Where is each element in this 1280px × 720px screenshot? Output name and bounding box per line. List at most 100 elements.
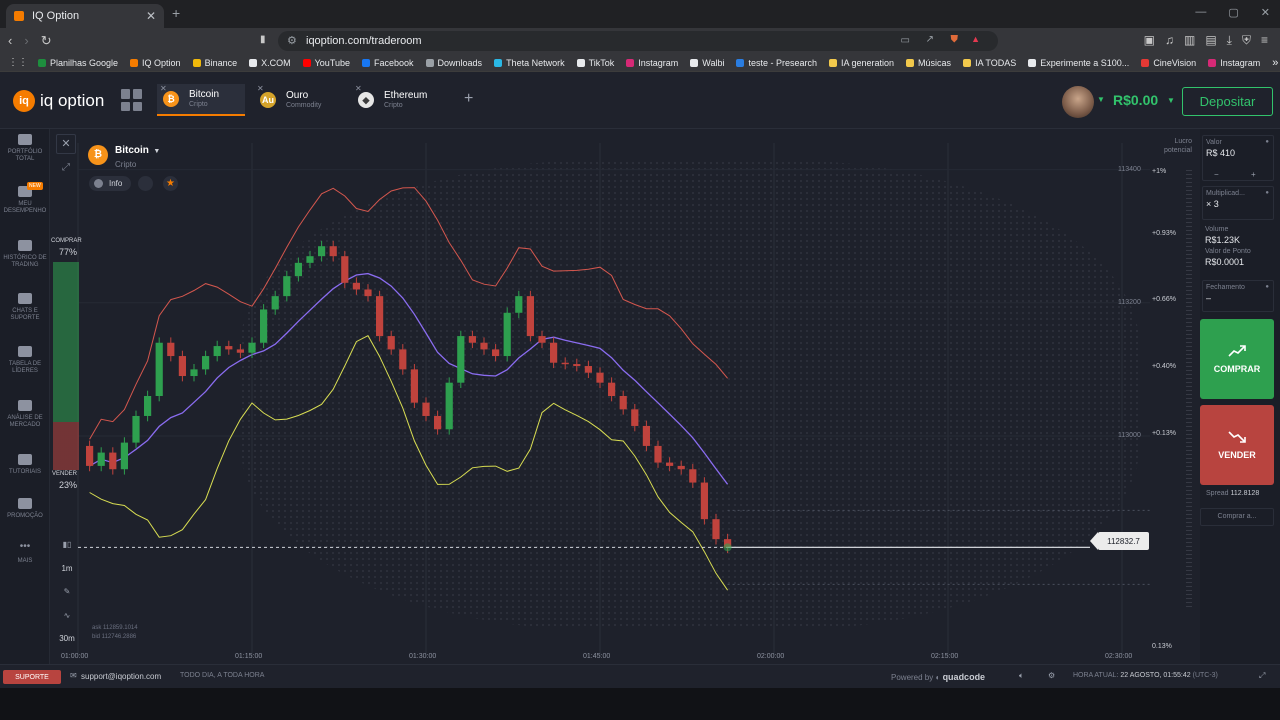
- rewards-icon[interactable]: ▲: [971, 34, 980, 44]
- sidebar-item[interactable]: TUTORIAIS: [0, 454, 50, 476]
- add-asset-button[interactable]: +: [464, 90, 473, 108]
- sidebar-item[interactable]: NEW MEU DESEMPENHO: [0, 182, 50, 215]
- reload-icon[interactable]: ↻: [41, 33, 52, 49]
- sound-icon[interactable]: 🔈︎: [1019, 671, 1024, 681]
- user-avatar[interactable]: [1062, 86, 1094, 118]
- bookmark-item[interactable]: Walbi: [690, 58, 724, 68]
- bookmark-item[interactable]: IA generation: [829, 58, 894, 68]
- browser-tab[interactable]: IQ Option ✕: [6, 4, 164, 28]
- minimize-icon[interactable]: —: [1195, 6, 1206, 19]
- bookmark-item[interactable]: Facebook: [362, 58, 414, 68]
- deposit-button[interactable]: Depositar: [1182, 87, 1273, 116]
- close-asset-tab-icon[interactable]: ✕: [160, 84, 167, 93]
- close-at-field[interactable]: Fechamento – ●: [1202, 280, 1274, 312]
- media-icon[interactable]: ♫: [1165, 33, 1174, 48]
- buy-button[interactable]: COMPRAR: [1200, 319, 1274, 399]
- back-icon[interactable]: ‹: [8, 33, 12, 49]
- favorite-star-icon[interactable]: ★: [163, 176, 178, 191]
- sidebar-item[interactable]: PROMOÇÃO: [0, 498, 50, 520]
- trader-sentiment-bar: [53, 262, 79, 470]
- share-icon[interactable]: ↗: [926, 34, 934, 45]
- close-asset-tab-icon[interactable]: ✕: [257, 84, 264, 93]
- asset-tab-gold[interactable]: ✕ Au Ouro Commodity: [254, 84, 340, 116]
- fullscreen-icon[interactable]: ⤢: [1259, 671, 1265, 681]
- sidebar-toggle-icon[interactable]: ▥: [1184, 33, 1195, 48]
- bookmark-item[interactable]: Instagram: [1208, 58, 1260, 68]
- candle: [457, 336, 465, 383]
- bookmark-item[interactable]: X.COM: [249, 58, 291, 68]
- bookmark-item[interactable]: IQ Option: [130, 58, 181, 68]
- bookmark-item[interactable]: CineVision: [1141, 58, 1196, 68]
- price-chart[interactable]: [50, 129, 1200, 664]
- bookmark-icon[interactable]: ▮: [260, 34, 266, 45]
- drawing-tools-icon[interactable]: ✎: [58, 584, 76, 600]
- sidebar-item[interactable]: ANÁLISE DE MERCADO: [0, 400, 50, 429]
- support-email[interactable]: support@iqoption.com: [81, 672, 161, 681]
- buy-at-button[interactable]: Comprar a...: [1200, 508, 1274, 526]
- asset-selector[interactable]: ₿ Bitcoin ▼ Cripto: [88, 140, 160, 169]
- bookmark-item[interactable]: TikTok: [576, 58, 614, 68]
- more-bookmarks-icon[interactable]: »: [1272, 57, 1278, 69]
- chevron-down-icon[interactable]: ▼: [1097, 95, 1105, 104]
- bookmark-item[interactable]: Experimente a S100...: [1028, 58, 1129, 68]
- asset-grid-button[interactable]: [121, 89, 143, 111]
- sidebar-item[interactable]: TABELA DE LÍDERES: [0, 346, 50, 375]
- apps-grid-icon[interactable]: ⋮⋮: [8, 57, 28, 68]
- bookmark-item[interactable]: Músicas: [906, 58, 951, 68]
- bookmark-item[interactable]: IA TODAS: [963, 58, 1016, 68]
- support-button[interactable]: SUPORTE: [3, 670, 61, 684]
- chart-type-icon[interactable]: ▮▯: [58, 537, 76, 553]
- bookmark-item[interactable]: YouTube: [302, 58, 350, 68]
- close-chart-icon[interactable]: ✕: [56, 134, 76, 154]
- timeframe-selector[interactable]: 1m: [58, 561, 76, 577]
- help-icon[interactable]: ●: [1265, 284, 1269, 290]
- forward-icon[interactable]: ›: [24, 33, 28, 49]
- help-icon[interactable]: ●: [1265, 139, 1269, 145]
- bookmark-item[interactable]: Instagram: [626, 58, 678, 68]
- balance-chevron-down-icon[interactable]: ▼: [1167, 96, 1175, 105]
- amount-increase-button[interactable]: +: [1251, 170, 1256, 179]
- close-at-value[interactable]: –: [1203, 291, 1273, 303]
- bookmark-item[interactable]: Downloads: [425, 58, 482, 68]
- vpn-icon[interactable]: ⛨: [1242, 33, 1251, 48]
- sidebar-item[interactable]: PORTFÓLIO TOTAL: [0, 134, 50, 163]
- help-icon[interactable]: ●: [1265, 190, 1269, 196]
- info-button[interactable]: Info: [89, 176, 131, 191]
- download-icon[interactable]: ⤓: [1227, 33, 1232, 48]
- amount-field[interactable]: Valor R$ 410 ●: [1202, 135, 1274, 181]
- bookmark-item[interactable]: Theta Network: [494, 58, 565, 68]
- sidebar-item[interactable]: HISTÓRICO DE TRADING: [0, 240, 50, 269]
- multiplier-field[interactable]: Multiplicad... × 3 ●: [1202, 186, 1274, 220]
- cast-icon[interactable]: ▭: [901, 35, 910, 46]
- asset-tab-bitcoin[interactable]: ✕ ₿ Bitcoin Cripto: [157, 84, 245, 116]
- menu-icon[interactable]: ≡: [1261, 33, 1268, 48]
- new-tab-button[interactable]: +: [172, 5, 180, 21]
- bookmark-item[interactable]: Binance: [192, 58, 237, 68]
- wallet-icon[interactable]: ▤: [1205, 33, 1216, 48]
- close-asset-tab-icon[interactable]: ✕: [355, 84, 362, 93]
- settings-gear-icon[interactable]: ⚙: [1048, 671, 1055, 680]
- amount-decrease-button[interactable]: −: [1214, 170, 1219, 179]
- sidebar-item[interactable]: CHATS E SUPORTE: [0, 293, 50, 322]
- url-field[interactable]: ⚙ iqoption.com/traderoom ▭ ↗ ⛊ ▲: [278, 31, 998, 51]
- alert-bell-button[interactable]: [138, 176, 153, 191]
- indicators-icon[interactable]: ∿: [58, 608, 76, 624]
- interval-selector[interactable]: 30m: [58, 631, 76, 647]
- bookmark-item[interactable]: Planilhas Google: [38, 58, 118, 68]
- close-window-icon[interactable]: ✕: [1261, 6, 1270, 19]
- sell-button[interactable]: VENDER: [1200, 405, 1274, 485]
- sidebar-item[interactable]: ••• MAIS: [0, 542, 50, 565]
- iqoption-logo[interactable]: iq iq option: [13, 90, 104, 112]
- amount-value[interactable]: R$ 410: [1203, 146, 1273, 158]
- account-balance[interactable]: R$0.00: [1113, 92, 1158, 108]
- maximize-icon[interactable]: ▢: [1228, 6, 1238, 19]
- close-tab-icon[interactable]: ✕: [146, 9, 156, 23]
- site-info-icon[interactable]: ⚙: [287, 34, 297, 47]
- extensions-icon[interactable]: ▣: [1144, 33, 1155, 48]
- asset-tab-ethereum[interactable]: ✕ ◆ Ethereum Cripto: [352, 84, 438, 116]
- bookmark-item[interactable]: teste - Presearch: [736, 58, 817, 68]
- profit-scale-ruler[interactable]: [1186, 170, 1192, 610]
- multiplier-value[interactable]: × 3: [1203, 197, 1273, 209]
- expand-icon[interactable]: ⤢: [56, 162, 76, 182]
- brave-shield-icon[interactable]: ⛊: [951, 34, 959, 45]
